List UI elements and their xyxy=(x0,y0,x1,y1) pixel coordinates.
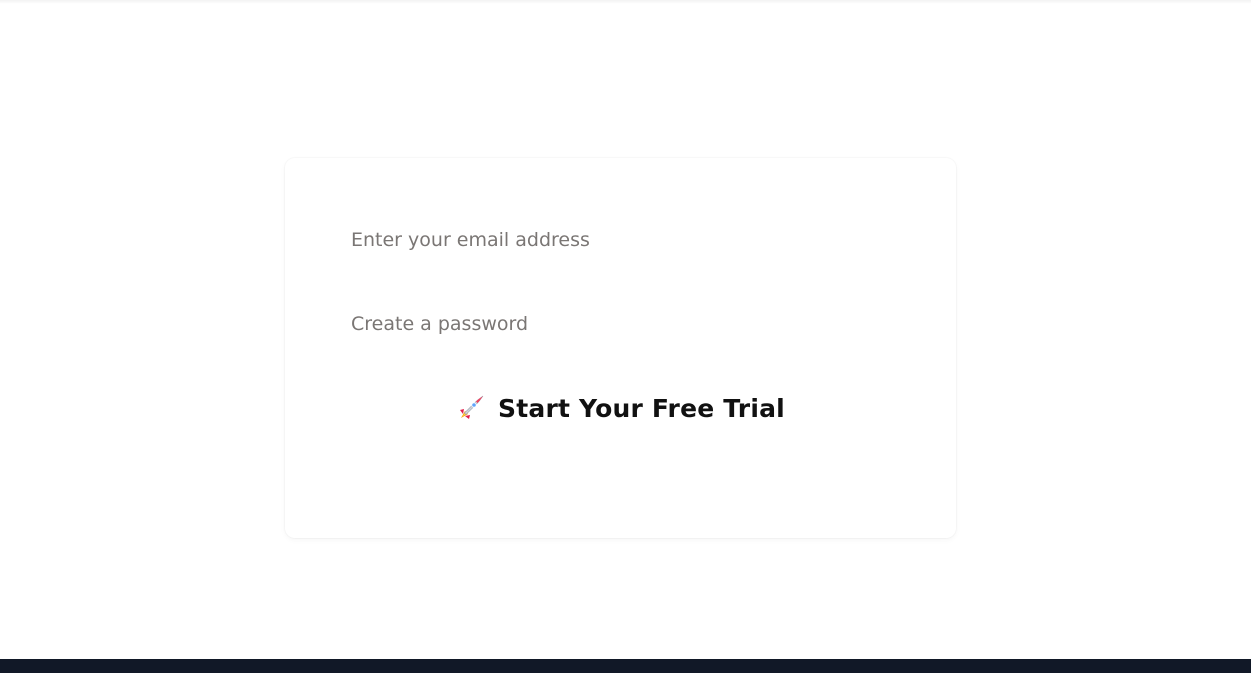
start-free-trial-label: Start Your Free Trial xyxy=(498,393,785,423)
email-field[interactable] xyxy=(339,222,899,258)
password-field[interactable] xyxy=(339,306,899,342)
signup-card: Start Your Free Trial xyxy=(285,158,956,538)
header-shadow xyxy=(0,0,1251,4)
footer xyxy=(0,659,1251,673)
rocket-icon xyxy=(456,393,486,423)
start-free-trial-button[interactable]: Start Your Free Trial xyxy=(285,384,956,432)
